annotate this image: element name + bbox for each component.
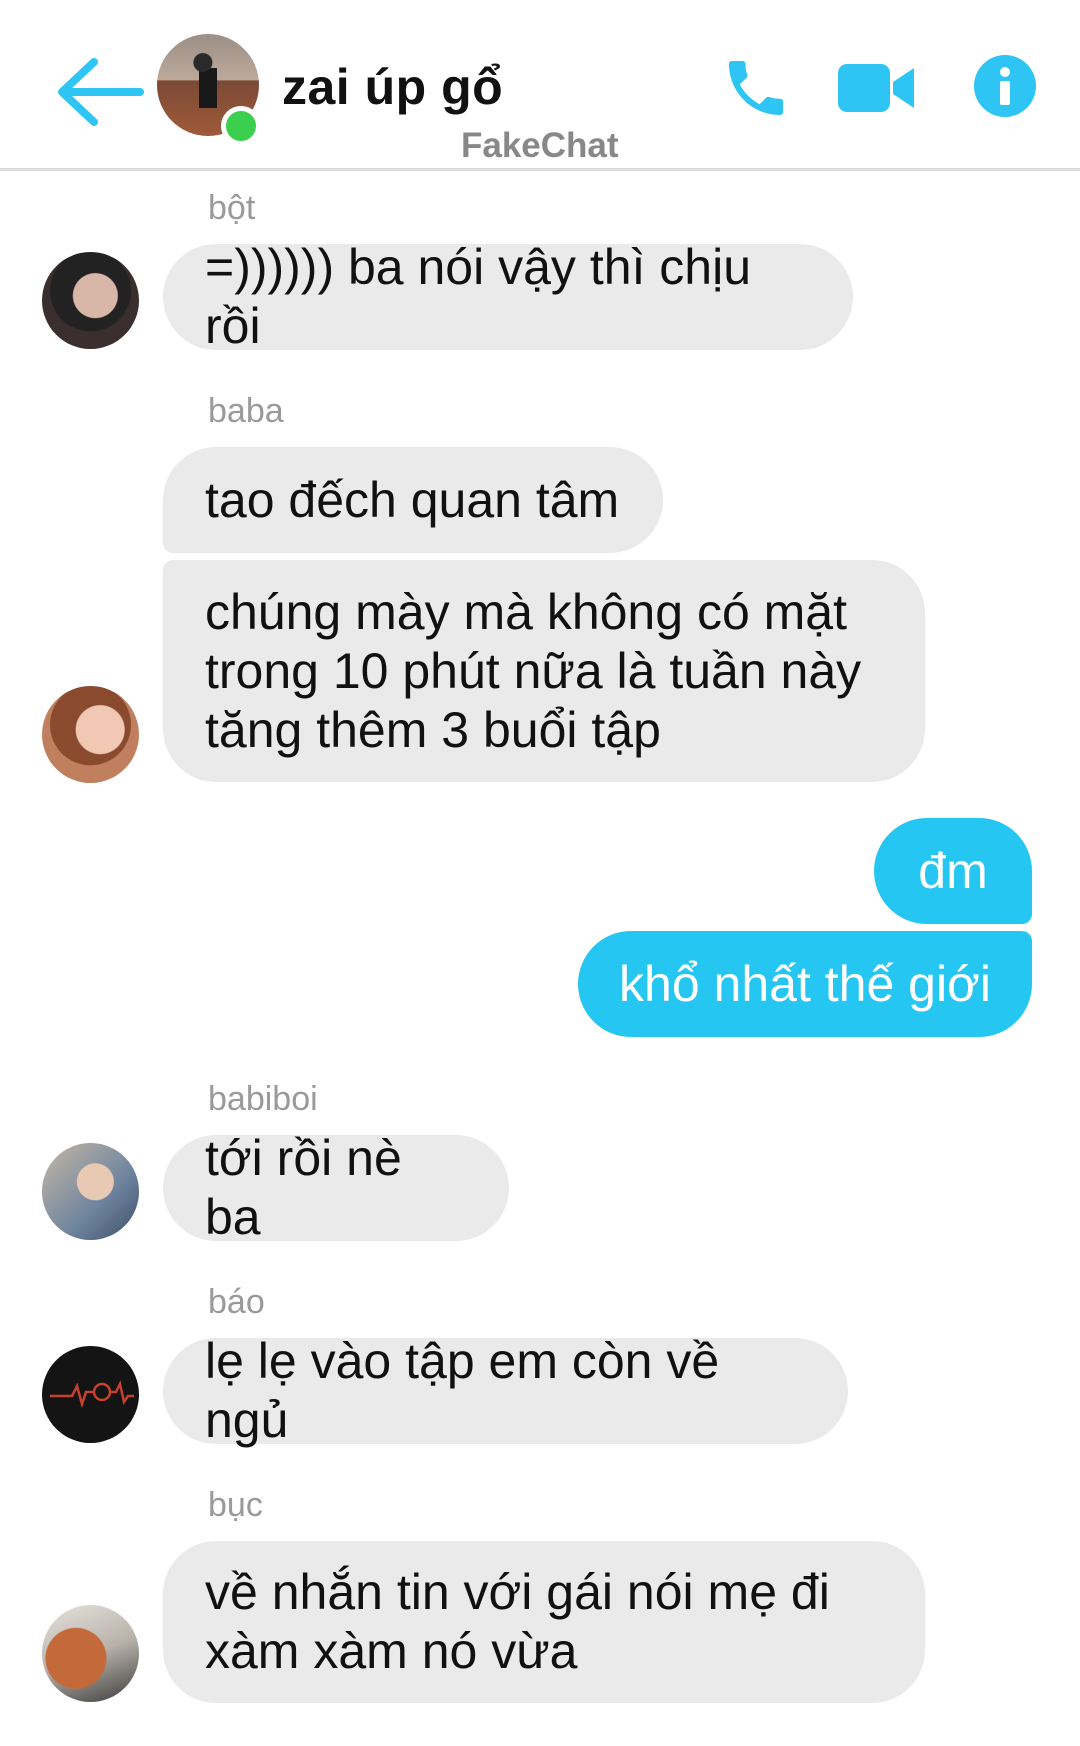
avatar[interactable] — [42, 1605, 139, 1702]
message-bubble-outgoing[interactable]: khổ nhất thế giới — [578, 931, 1032, 1037]
message-bubble-incoming[interactable]: tới rồi nè ba — [163, 1130, 509, 1245]
avatar[interactable] — [42, 1143, 139, 1240]
chat-title[interactable]: zai úp gổ — [282, 58, 503, 116]
avatar[interactable] — [42, 1346, 139, 1443]
phone-call-icon[interactable] — [720, 52, 792, 124]
sender-name: báo — [208, 1283, 265, 1321]
sender-name: babiboi — [208, 1080, 318, 1118]
message-bubble-incoming[interactable]: lẹ lẹ vào tập em còn về ngủ — [163, 1333, 848, 1448]
sender-name: bục — [208, 1486, 263, 1524]
info-icon[interactable] — [974, 55, 1036, 117]
video-call-icon[interactable] — [838, 60, 914, 116]
message-bubble-incoming[interactable]: tao đếch quan tâm — [163, 447, 663, 553]
message-bubble-incoming[interactable]: về nhắn tin với gái nói mẹ đi xàm xàm nó… — [163, 1541, 925, 1703]
back-arrow-icon[interactable] — [54, 52, 154, 132]
avatar[interactable] — [42, 252, 139, 349]
avatar[interactable] — [42, 686, 139, 783]
message-bubble-incoming[interactable]: chúng mày mà không có mặt trong 10 phút … — [163, 560, 925, 782]
heartbeat-basketball-icon — [50, 1380, 134, 1409]
chat-header: zai úp gổ FakeChat — [0, 0, 1080, 171]
fakechat-watermark: FakeChat — [461, 126, 619, 165]
sender-name: bột — [208, 189, 256, 227]
sender-name: baba — [208, 392, 284, 430]
message-bubble-outgoing[interactable]: đm — [874, 818, 1032, 924]
online-status-dot — [221, 106, 261, 146]
message-bubble-incoming[interactable]: =)))))) ba nói vậy thì chịu rồi — [163, 239, 853, 354]
